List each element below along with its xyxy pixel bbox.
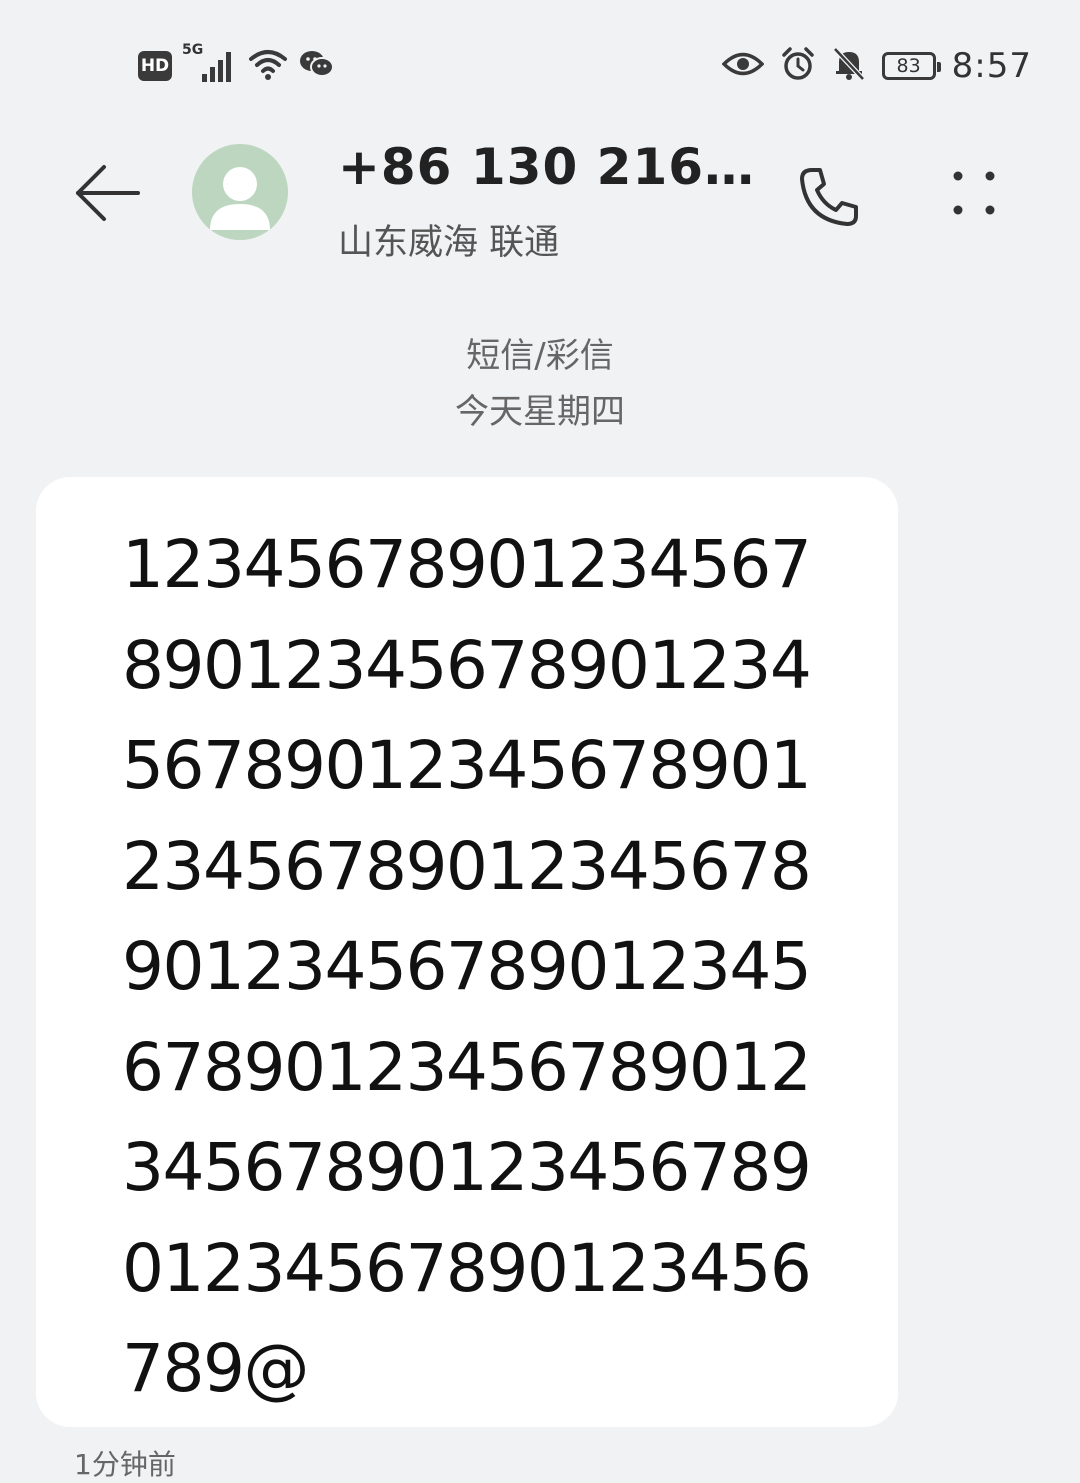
contact-location: 山东威海 联通 xyxy=(338,223,560,263)
eye-icon xyxy=(721,49,765,83)
status-clock: 8:57 xyxy=(951,46,1032,86)
wechat-icon xyxy=(298,48,334,84)
battery-indicator: 83 xyxy=(881,52,941,80)
back-arrow-icon xyxy=(76,165,140,221)
conversation-header: +86 130 216… 山东威海 联通 xyxy=(0,120,1080,290)
status-bar: HD 5G 83 8:57 xyxy=(0,0,1080,120)
more-options-button[interactable] xyxy=(936,160,1012,236)
message-line: 34567890123456789 xyxy=(122,1129,812,1206)
mute-bell-icon xyxy=(832,46,866,86)
person-icon xyxy=(210,167,270,230)
status-bar-left: HD 5G xyxy=(138,42,334,88)
signal-icon: 5G xyxy=(182,42,238,84)
message-line: 789@ xyxy=(122,1330,309,1407)
wifi-icon xyxy=(248,47,288,85)
message-timestamp: 1分钟前 xyxy=(74,1448,176,1481)
message-line: 01234567890123456 xyxy=(122,1229,812,1307)
message-line: 23456789012345678 xyxy=(122,827,812,905)
network-type-label: 5G xyxy=(182,42,204,58)
call-button[interactable] xyxy=(790,160,866,236)
contact-name: +86 130 216… xyxy=(338,138,756,196)
alarm-icon xyxy=(780,46,816,86)
phone-icon xyxy=(800,168,858,226)
conversation-date-label: 今天星期四 xyxy=(455,392,625,432)
message-line: 90123456789012345 xyxy=(122,928,812,1005)
message-line: 12345678901234567 xyxy=(122,526,812,603)
message-bubble[interactable]: 12345678901234567 89012345678901234 5678… xyxy=(36,477,898,1427)
hd-icon: HD xyxy=(138,51,172,81)
back-button[interactable] xyxy=(70,155,146,231)
battery-level: 83 xyxy=(896,55,921,77)
message-line: 56789012345678901 xyxy=(122,727,812,804)
message-line: 89012345678901234 xyxy=(122,626,812,704)
message-channel-label: 短信/彩信 xyxy=(466,336,614,376)
status-bar-right: 83 8:57 xyxy=(721,38,1032,94)
more-dots-icon xyxy=(953,171,995,215)
message-line: 67890123456789012 xyxy=(122,1028,812,1106)
contact-avatar[interactable] xyxy=(192,144,288,240)
